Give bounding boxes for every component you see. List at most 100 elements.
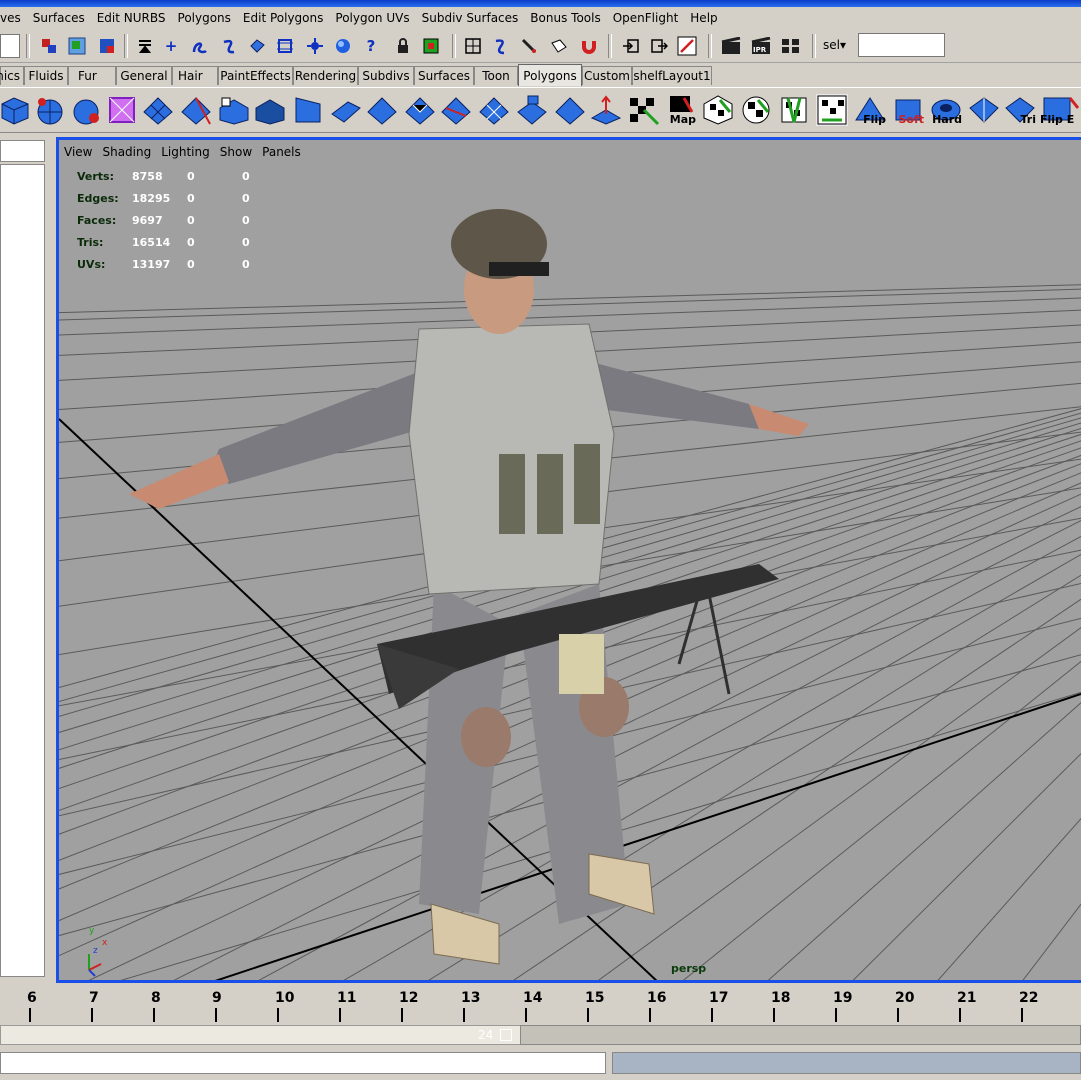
sculpt-icon[interactable] [548, 35, 570, 57]
frame-tick [959, 1008, 961, 1022]
poly-merge-icon[interactable] [366, 94, 398, 126]
tab-general[interactable]: General [116, 66, 172, 85]
tab-painteffects[interactable]: PaintEffects [218, 66, 293, 85]
snap-to-curve-icon[interactable] [188, 35, 210, 57]
tab-subdivs[interactable]: Subdivs [358, 66, 414, 85]
uv-checker-icon[interactable] [628, 94, 660, 126]
poly-extrude-icon[interactable] [180, 94, 212, 126]
ipr-render-icon[interactable]: IPR [750, 35, 772, 57]
tab-hair[interactable]: Hair [172, 66, 218, 85]
snap-to-point-icon[interactable] [218, 35, 240, 57]
poly-reduce-icon[interactable] [968, 94, 1000, 126]
frame-tick [91, 1008, 93, 1022]
poly-bevel-icon[interactable] [404, 94, 436, 126]
viewport-menu-show[interactable]: Show [215, 145, 257, 159]
poly-plane-icon[interactable] [142, 94, 174, 126]
help-icon[interactable]: ? [360, 35, 382, 57]
outliner-header-field[interactable] [0, 140, 45, 162]
poly-split-icon[interactable] [330, 94, 362, 126]
history-icon[interactable] [304, 35, 326, 57]
menu-openflight[interactable]: OpenFlight [607, 11, 685, 25]
select-by-object-icon[interactable] [66, 35, 88, 57]
input-icon[interactable] [620, 35, 642, 57]
render-frame-icon[interactable] [720, 35, 742, 57]
time-slider[interactable]: 6 7 8 9 10 11 12 13 14 15 16 17 18 19 20… [0, 984, 1081, 1022]
flip-edge-button[interactable]: Flip E [1040, 94, 1081, 126]
uv-planar-icon[interactable] [702, 94, 734, 126]
harden-edge-button[interactable]: Hard [930, 94, 962, 126]
perspective-viewport[interactable]: View Shading Lighting Show Panels Verts:… [56, 137, 1081, 983]
hud-verts-value: 8758 [132, 170, 163, 183]
command-input[interactable] [0, 1052, 606, 1074]
paint-icon[interactable] [518, 35, 540, 57]
mode-field[interactable] [0, 34, 20, 58]
menu-curves[interactable]: ves [0, 11, 27, 25]
lock-icon[interactable] [392, 35, 414, 57]
poly-separate-icon[interactable] [254, 94, 286, 126]
frame-tick [153, 1008, 155, 1022]
poly-triangulate-icon[interactable] [516, 94, 548, 126]
soften-edge-button[interactable]: Soft [892, 94, 924, 126]
menu-edit-nurbs[interactable]: Edit NURBS [91, 11, 172, 25]
snap-to-view-plane-icon[interactable] [246, 35, 268, 57]
tab-custom[interactable]: Custom [582, 66, 632, 85]
hud-uvs-label: UVs: [77, 258, 106, 271]
menu-help[interactable]: Help [684, 11, 723, 25]
tab-fur[interactable]: Fur [68, 66, 116, 85]
poly-quadrangulate-icon[interactable] [554, 94, 586, 126]
axis-y-label: y [89, 926, 95, 936]
viewport-menu-shading[interactable]: Shading [97, 145, 156, 159]
viewport-menu-lighting[interactable]: Lighting [156, 145, 215, 159]
poly-cube-wire-icon[interactable] [106, 94, 138, 126]
poly-cut-icon[interactable] [440, 94, 472, 126]
tab-rendering[interactable]: Rendering [293, 66, 358, 85]
menu-polygon-uvs[interactable]: Polygon UVs [329, 11, 415, 25]
render-icon[interactable] [332, 35, 354, 57]
construction-history-icon[interactable] [490, 35, 512, 57]
snap-menu-icon[interactable] [134, 35, 156, 57]
menu-edit-polygons[interactable]: Edit Polygons [237, 11, 329, 25]
poly-sphere-icon[interactable] [34, 94, 66, 126]
select-by-hierarchy-icon[interactable] [38, 35, 60, 57]
tab-dynamics[interactable]: mics [0, 66, 24, 85]
poly-cylinder-icon[interactable] [70, 94, 102, 126]
frame-tick-label: 19 [833, 990, 853, 1006]
selection-mask-icon[interactable] [420, 35, 442, 57]
poly-smooth-icon[interactable] [478, 94, 510, 126]
viewport-menu-panels[interactable]: Panels [257, 145, 306, 159]
flip-button[interactable]: Flip [854, 94, 886, 126]
snap-to-grid-icon[interactable]: + [160, 35, 182, 57]
tab-polygons[interactable]: Polygons [518, 64, 582, 86]
uv-spherical-icon[interactable] [778, 94, 810, 126]
tab-fluids[interactable]: Fluids [24, 66, 68, 85]
pin-icon[interactable] [676, 35, 698, 57]
triangulate-button[interactable]: Tri [1004, 94, 1036, 126]
selection-mode-dropdown[interactable]: sel▾ [823, 38, 846, 52]
menu-polygons[interactable]: Polygons [172, 11, 237, 25]
tab-surfaces[interactable]: Surfaces [414, 66, 474, 85]
frame-tick [215, 1008, 217, 1022]
uv-automatic-icon[interactable] [816, 94, 848, 126]
input-ops-icon[interactable] [462, 35, 484, 57]
poly-normals-icon[interactable] [590, 94, 622, 126]
render-globals-icon[interactable] [780, 35, 802, 57]
selection-input[interactable] [858, 33, 945, 57]
outliner-list[interactable] [0, 164, 45, 977]
menu-surfaces[interactable]: Surfaces [27, 11, 91, 25]
tab-shelflayout1[interactable]: shelfLayout1 [632, 66, 712, 85]
uv-map-button[interactable]: Map [664, 94, 696, 126]
frame-tick-label: 7 [89, 990, 99, 1006]
magnet-icon[interactable] [578, 35, 600, 57]
poly-cube-icon[interactable] [0, 94, 32, 126]
uv-cylindrical-icon[interactable] [740, 94, 772, 126]
select-by-component-icon[interactable] [96, 35, 118, 57]
poly-wedge-icon[interactable] [292, 94, 324, 126]
menu-subdiv-surfaces[interactable]: Subdiv Surfaces [416, 11, 525, 25]
make-live-icon[interactable] [274, 35, 296, 57]
menu-bonus-tools[interactable]: Bonus Tools [524, 11, 606, 25]
output-icon[interactable] [648, 35, 670, 57]
poly-combine-icon[interactable] [218, 94, 250, 126]
viewport-menu-view[interactable]: View [59, 145, 97, 159]
tab-toon[interactable]: Toon [474, 66, 518, 85]
range-handle[interactable] [520, 1025, 1081, 1045]
